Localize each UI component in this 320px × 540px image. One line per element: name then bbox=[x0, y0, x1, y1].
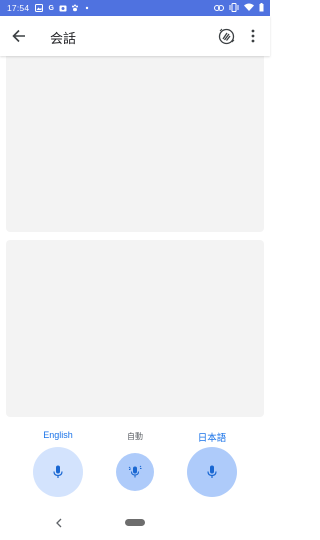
mic-icon bbox=[53, 465, 63, 478]
chevron-left-icon bbox=[56, 518, 62, 528]
link-icon bbox=[214, 3, 224, 13]
back-button[interactable] bbox=[10, 27, 28, 45]
mic-icon bbox=[207, 465, 217, 478]
battery-icon bbox=[259, 2, 264, 14]
wifi-icon bbox=[244, 3, 254, 13]
status-time: 17:54 bbox=[7, 3, 30, 13]
wave-hand-button[interactable] bbox=[216, 27, 236, 45]
paw-icon bbox=[71, 4, 79, 12]
language-label-japanese[interactable]: 日本語 bbox=[190, 430, 234, 444]
vibrate-icon bbox=[229, 2, 239, 14]
more-options-button[interactable] bbox=[246, 27, 260, 45]
wave-hand-icon bbox=[218, 28, 234, 44]
status-left: 17:54 G bbox=[7, 3, 91, 13]
mic-button-japanese[interactable] bbox=[187, 447, 237, 497]
language-label-auto: 自動 bbox=[127, 432, 143, 441]
photo-icon bbox=[59, 4, 67, 12]
conversation-panel-top bbox=[6, 56, 264, 232]
system-home-pill[interactable] bbox=[125, 519, 145, 526]
page-title: 会話 bbox=[50, 31, 77, 46]
conversation-panel-bottom bbox=[6, 240, 264, 417]
image-icon bbox=[35, 4, 44, 12]
dot-icon bbox=[83, 4, 91, 12]
google-icon: G bbox=[48, 4, 54, 12]
language-label-english[interactable]: English bbox=[33, 430, 83, 440]
auto-mic-icon bbox=[128, 465, 142, 478]
status-right bbox=[214, 2, 264, 14]
mic-button-auto[interactable] bbox=[116, 453, 154, 491]
more-vert-icon bbox=[251, 29, 255, 43]
app-bar: 会話 bbox=[0, 16, 270, 56]
status-bar: 17:54 G bbox=[0, 0, 270, 16]
arrow-back-icon bbox=[12, 29, 25, 43]
mic-button-english[interactable] bbox=[33, 447, 83, 497]
screen: 17:54 G 会話 English 自動 日本語 bbox=[0, 0, 270, 540]
system-back-button[interactable] bbox=[54, 516, 64, 530]
